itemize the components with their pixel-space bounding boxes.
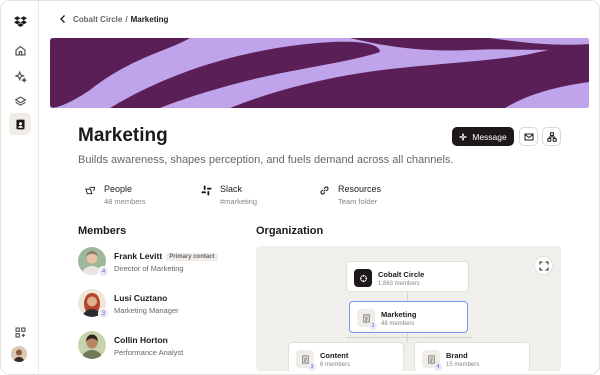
link-icon bbox=[320, 186, 329, 195]
slack-icon bbox=[459, 132, 467, 141]
page-title: Marketing bbox=[78, 125, 168, 146]
email-button[interactable] bbox=[519, 127, 538, 146]
info-slack[interactable]: Slack #marketing bbox=[201, 184, 257, 206]
sidebar bbox=[1, 1, 39, 374]
member-avatar bbox=[78, 331, 106, 359]
info-slack-channel: #marketing bbox=[220, 197, 258, 206]
breadcrumb-separator: / bbox=[125, 14, 128, 24]
org-node-name: Content bbox=[320, 351, 349, 360]
dropbox-logo-icon[interactable] bbox=[9, 10, 31, 32]
org-node-current[interactable]: 3 Marketing 48 members bbox=[349, 301, 468, 333]
info-people-count: 48 members bbox=[104, 197, 146, 206]
info-resources-folder: Team folder bbox=[338, 197, 378, 206]
team-banner bbox=[50, 38, 589, 108]
org-node-badge: 3 bbox=[369, 322, 377, 330]
org-node-count: 1,863 members bbox=[378, 281, 420, 287]
info-slack-label: Slack bbox=[220, 184, 243, 194]
organization-heading: Organization bbox=[256, 225, 324, 237]
org-chart-button[interactable] bbox=[542, 127, 561, 146]
info-resources[interactable]: Resources Team folder bbox=[319, 184, 381, 206]
breadcrumb-current: Marketing bbox=[130, 14, 169, 24]
contacts-book-icon[interactable] bbox=[9, 113, 31, 135]
org-node-badge: 3 bbox=[308, 363, 316, 371]
member-name: Frank Levitt Primary contact bbox=[114, 251, 218, 261]
user-avatar[interactable] bbox=[11, 346, 27, 362]
org-chart-panel[interactable]: Cobalt Circle 1,863 members 3 Marketing … bbox=[256, 246, 561, 371]
org-node-name: Marketing bbox=[381, 310, 417, 319]
member-row[interactable]: Collin Horton Performance Analyst bbox=[78, 331, 248, 361]
member-name-text: Frank Levitt bbox=[114, 251, 163, 261]
apps-grid-icon[interactable] bbox=[9, 321, 31, 343]
org-node-root[interactable]: Cobalt Circle 1,863 members bbox=[346, 261, 469, 292]
org-node-name: Brand bbox=[446, 351, 468, 360]
layers-icon[interactable] bbox=[9, 90, 31, 112]
expand-icon bbox=[539, 261, 548, 270]
people-icon bbox=[85, 186, 96, 195]
home-icon[interactable] bbox=[9, 39, 31, 61]
org-connector bbox=[346, 337, 472, 338]
org-node-child[interactable]: 4 Brand 15 members bbox=[414, 342, 530, 371]
info-people-label: People bbox=[104, 184, 133, 194]
member-name: Lusi Cuztano bbox=[114, 293, 168, 303]
app-window: Cobalt Circle / Marketing Marketing Buil… bbox=[0, 0, 600, 375]
cobalt-circle-logo-icon bbox=[354, 269, 372, 287]
info-resources-label: Resources bbox=[338, 184, 382, 194]
expand-button[interactable] bbox=[534, 256, 553, 275]
member-role: Director of Marketing bbox=[114, 264, 184, 273]
sparkle-icon[interactable] bbox=[9, 65, 31, 87]
org-node-badge: 4 bbox=[434, 363, 442, 371]
slack-icon bbox=[201, 185, 212, 196]
members-heading: Members bbox=[78, 225, 127, 237]
org-node-child[interactable]: 3 Content 6 members bbox=[288, 342, 404, 371]
member-badge: 3 bbox=[98, 308, 109, 319]
breadcrumb-parent-link[interactable]: Cobalt Circle bbox=[73, 15, 122, 24]
member-name: Collin Horton bbox=[114, 335, 168, 345]
back-chevron-icon[interactable] bbox=[58, 14, 68, 24]
team-description: Builds awareness, shapes perception, and… bbox=[78, 154, 454, 166]
org-node-name: Cobalt Circle bbox=[378, 270, 425, 279]
org-node-count: 48 members bbox=[381, 321, 415, 327]
member-role: Marketing Manager bbox=[114, 306, 179, 315]
mail-icon bbox=[524, 133, 533, 140]
info-people: People 48 members bbox=[85, 184, 146, 206]
primary-contact-tag: Primary contact bbox=[166, 253, 218, 261]
member-badge: 4 bbox=[98, 266, 109, 277]
member-row[interactable]: 3 Lusi Cuztano Marketing Manager bbox=[78, 289, 248, 319]
org-node-count: 6 members bbox=[320, 362, 351, 368]
org-connector bbox=[407, 292, 408, 301]
org-chart-icon bbox=[546, 131, 557, 142]
message-button-label: Message bbox=[472, 131, 507, 142]
member-row[interactable]: 4 Frank Levitt Primary contact Director o… bbox=[78, 247, 248, 277]
message-button[interactable]: Message bbox=[452, 127, 514, 146]
org-node-count: 15 members bbox=[446, 362, 480, 368]
breadcrumb: Cobalt Circle / Marketing bbox=[58, 14, 168, 24]
member-role: Performance Analyst bbox=[114, 348, 184, 357]
